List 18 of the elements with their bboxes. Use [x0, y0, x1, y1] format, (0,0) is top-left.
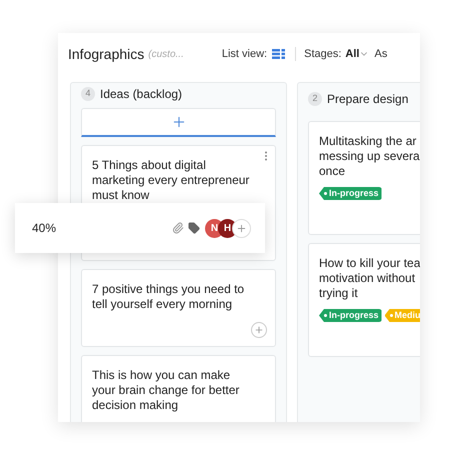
card-title: This is how you can make your brain change for better decision making: [92, 368, 240, 413]
stages-label: Stages:: [304, 46, 342, 62]
card-title: 7 positive things you need to tell yourself every morning: [92, 282, 246, 312]
column-title: Prepare design: [327, 91, 408, 108]
filter-label: As: [374, 46, 388, 62]
list-view-label: List view:: [222, 46, 268, 62]
status-tag: Mediu: [384, 309, 420, 322]
progress-text: 40%: [32, 220, 56, 237]
board-subtitle: (custo...: [148, 48, 184, 62]
status-tag: In-progress: [319, 309, 382, 322]
card-title: 5 Things about digital marketing every entrepreneur must know: [92, 158, 250, 203]
status-tag: In-progress: [319, 187, 382, 200]
card-count: 4: [81, 87, 95, 101]
card-title: Multitasking the ar messing up severa once: [319, 134, 420, 179]
column-title: Ideas (backlog): [100, 86, 182, 103]
card-title: How to kill your tea motivation without trying it: [319, 256, 420, 301]
board-title: Infographics: [68, 44, 144, 64]
card-count: 2: [308, 92, 322, 106]
